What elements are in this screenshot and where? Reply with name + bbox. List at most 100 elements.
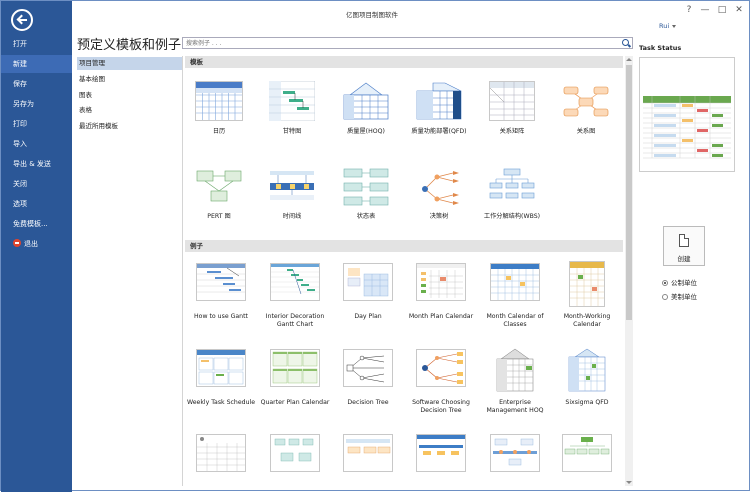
- example-label: Quarter Plan Calendar: [260, 399, 330, 406]
- status-thumb: [342, 167, 390, 207]
- template-tile-gantt[interactable]: 甘特图: [257, 76, 327, 151]
- example-thumb: [196, 263, 246, 301]
- example-tile-row3-5[interactable]: [480, 431, 550, 486]
- create-label: 创建: [677, 255, 691, 263]
- example-tile-row3-4[interactable]: [406, 431, 476, 486]
- template-label: 甘特图: [282, 128, 302, 135]
- nav-exit[interactable]: 退出: [1, 235, 72, 253]
- template-tile-hoq[interactable]: 质量屋(HOQ): [331, 76, 401, 151]
- example-tile-interior-gantt[interactable]: Interior Decoration Gantt Chart: [260, 260, 330, 342]
- examples-section-header: 例子: [185, 240, 623, 252]
- divider: [182, 56, 183, 486]
- example-tile-month-calendar-classes[interactable]: Month Calendar of Classes: [480, 260, 550, 342]
- nav-print[interactable]: 打印: [1, 115, 72, 133]
- template-label: 质量功能部署(QFD): [411, 128, 467, 135]
- template-tile-relation[interactable]: 关系图: [551, 76, 621, 151]
- template-label: 时间线: [282, 213, 302, 220]
- new-document-icon: [679, 233, 690, 247]
- gallery-scrollbar[interactable]: [625, 56, 633, 486]
- example-thumb: [416, 349, 466, 387]
- example-tile-software-choosing-decision-tree[interactable]: Software Choosing Decision Tree: [406, 346, 476, 428]
- example-thumb: [490, 434, 540, 472]
- example-tile-row3-6[interactable]: [552, 431, 622, 486]
- example-label: Weekly Task Schedule: [186, 399, 256, 406]
- minimize-button[interactable]: —: [698, 5, 712, 15]
- example-thumb: [270, 263, 320, 301]
- nav-open[interactable]: 打开: [1, 35, 72, 53]
- search-input[interactable]: [183, 38, 613, 48]
- template-label: 关系图: [576, 128, 596, 135]
- app-window: 打开 新建 保存 另存为 打印 导入 导出 & 发送 关闭 选项 免费模板...…: [0, 0, 750, 492]
- maximize-button[interactable]: □: [715, 5, 729, 15]
- nav-save[interactable]: 保存: [1, 75, 72, 93]
- template-label: 关系矩阵: [499, 128, 525, 135]
- close-button[interactable]: ✕: [732, 5, 746, 15]
- create-button[interactable]: 创建: [663, 226, 705, 266]
- category-project-management[interactable]: 项目管理: [77, 57, 182, 70]
- example-thumb: [490, 263, 540, 301]
- example-tile-quarter-plan-calendar[interactable]: Quarter Plan Calendar: [260, 346, 330, 428]
- scroll-down-icon[interactable]: [626, 481, 632, 484]
- category-recent-templates[interactable]: 最近所用模板: [77, 120, 182, 133]
- template-preview: [639, 57, 735, 172]
- example-thumb: [416, 434, 466, 472]
- search-icon[interactable]: [622, 39, 629, 46]
- template-tile-pert[interactable]: PERT 图: [185, 161, 254, 236]
- nav-export-send[interactable]: 导出 & 发送: [1, 155, 72, 173]
- example-tile-day-plan[interactable]: Day Plan: [333, 260, 403, 342]
- example-label: How to use Gantt: [194, 313, 248, 320]
- nav-save-as[interactable]: 另存为: [1, 95, 72, 113]
- user-dropdown-icon[interactable]: [672, 25, 676, 28]
- scrollbar-thumb[interactable]: [626, 65, 632, 320]
- example-thumb: [196, 434, 246, 472]
- app-title: 亿图项目制图软件: [346, 11, 398, 19]
- back-arrow-icon[interactable]: [11, 9, 33, 31]
- example-thumb: [569, 261, 605, 307]
- template-label: 工作分解结构(WBS): [483, 213, 541, 220]
- example-tile-enterprise-hoq[interactable]: Enterprise Management HOQ: [480, 346, 550, 428]
- nav-options[interactable]: 选项: [1, 195, 72, 213]
- user-name[interactable]: Rui: [659, 22, 669, 30]
- template-tile-qfd[interactable]: 质量功能部署(QFD): [404, 76, 474, 151]
- template-tile-matrix[interactable]: 关系矩阵: [477, 76, 547, 151]
- example-tile-row3-2[interactable]: [260, 431, 330, 486]
- template-tile-timeline[interactable]: 时间线: [257, 161, 327, 236]
- example-tile-decision-tree[interactable]: Decision Tree: [333, 346, 403, 428]
- example-label: Month Calendar of Classes: [486, 313, 544, 328]
- example-tile-row3-1[interactable]: [186, 431, 256, 486]
- template-tile-decision-tree[interactable]: 决策树: [404, 161, 474, 236]
- scroll-up-icon[interactable]: [626, 58, 632, 61]
- template-tile-wbs[interactable]: 工作分解结构(WBS): [477, 161, 547, 236]
- example-tile-row3-3[interactable]: [333, 431, 403, 486]
- nav-free-templates[interactable]: 免费模板...: [1, 215, 72, 233]
- nav-close[interactable]: 关闭: [1, 175, 72, 193]
- search-box[interactable]: [182, 37, 633, 49]
- example-tile-how-to-use-gantt[interactable]: How to use Gantt: [186, 260, 256, 342]
- example-thumb: [565, 347, 609, 393]
- example-label: Decision Tree: [347, 399, 389, 406]
- example-tile-month-working-calendar[interactable]: Month-Working Calendar: [552, 260, 622, 342]
- metric-units-radio[interactable]: 公制单位: [662, 277, 697, 287]
- decision-thumb: [415, 167, 463, 207]
- nav-import[interactable]: 导入: [1, 135, 72, 153]
- radio-unselected-icon[interactable]: [662, 294, 668, 300]
- example-thumb: [493, 347, 537, 393]
- radio-label: 公制单位: [671, 279, 697, 287]
- example-thumb: [562, 434, 612, 472]
- example-label: Software Choosing Decision Tree: [412, 399, 470, 414]
- template-tile-calendar[interactable]: 日历: [185, 76, 254, 151]
- example-tile-sixsigma-qfd[interactable]: Sixsigma QFD: [552, 346, 622, 428]
- template-tile-status[interactable]: 状态表: [331, 161, 401, 236]
- category-tables[interactable]: 表格: [77, 104, 182, 117]
- category-charts[interactable]: 图表: [77, 89, 182, 102]
- help-button[interactable]: ?: [682, 5, 696, 15]
- exit-icon: [13, 239, 21, 247]
- example-tile-weekly-task-schedule[interactable]: Weekly Task Schedule: [186, 346, 256, 428]
- gantt-thumb: [268, 80, 316, 122]
- radio-label: 美制单位: [671, 293, 697, 301]
- us-units-radio[interactable]: 美制单位: [662, 291, 697, 301]
- category-basic-drawing[interactable]: 基本绘图: [77, 73, 182, 86]
- nav-new[interactable]: 新建: [1, 55, 72, 73]
- example-tile-month-plan-calendar[interactable]: Month Plan Calendar: [406, 260, 476, 342]
- radio-selected-icon[interactable]: [662, 280, 668, 286]
